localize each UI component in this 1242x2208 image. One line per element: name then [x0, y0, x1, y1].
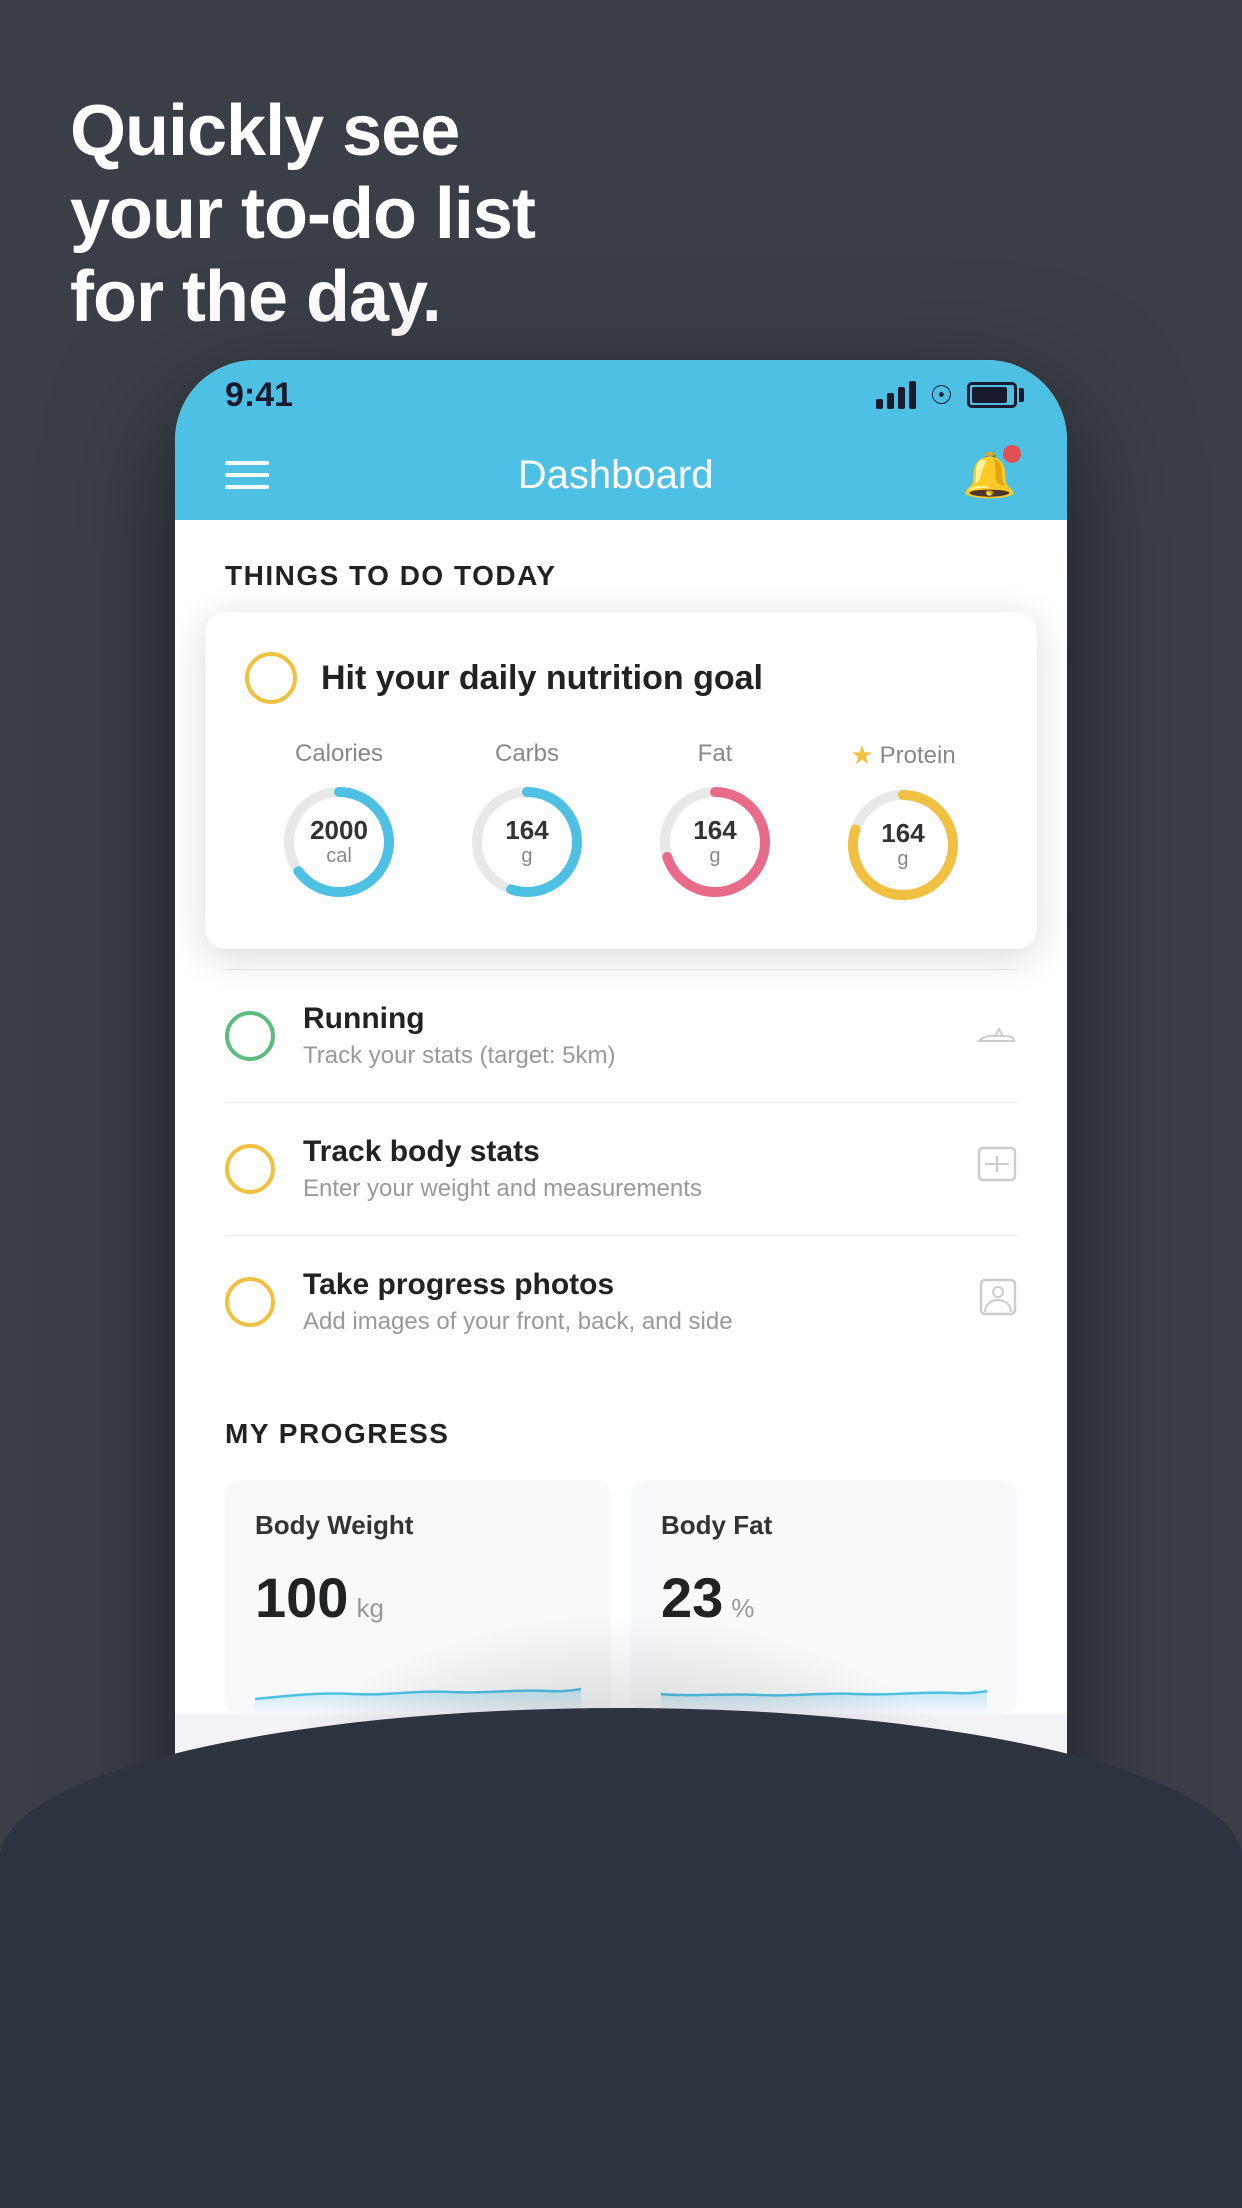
body-weight-title: Body Weight: [255, 1510, 581, 1541]
body-fat-num: 23: [661, 1565, 723, 1630]
content-area: THINGS TO DO TODAY Hit your daily nutrit…: [175, 520, 1067, 1714]
track-body-text: Track body stats Enter your weight and m…: [303, 1135, 949, 1203]
track-body-title: Track body stats: [303, 1135, 949, 1169]
body-weight-card: Body Weight 100 kg: [225, 1480, 611, 1714]
calories-ring: 2000 cal: [279, 782, 399, 902]
todo-track-body[interactable]: Track body stats Enter your weight and m…: [225, 1102, 1017, 1235]
progress-photos-title: Take progress photos: [303, 1268, 951, 1302]
progress-cards: Body Weight 100 kg: [225, 1480, 1017, 1714]
progress-section-title: MY PROGRESS: [225, 1418, 1017, 1450]
progress-section: MY PROGRESS Body Weight 100 kg: [175, 1368, 1067, 1714]
running-title: Running: [303, 1002, 949, 1036]
scale-icon: [977, 1146, 1017, 1192]
carbs-label: Carbs: [495, 740, 559, 768]
status-time: 9:41: [225, 376, 293, 415]
body-fat-card: Body Fat 23 %: [631, 1480, 1017, 1714]
fat-item: Fat 164 g: [655, 740, 775, 902]
nutrition-card-title: Hit your daily nutrition goal: [321, 659, 763, 698]
status-bar: 9:41 ☉: [175, 360, 1067, 430]
body-fat-title: Body Fat: [661, 1510, 987, 1541]
body-weight-num: 100: [255, 1565, 348, 1630]
fat-ring: 164 g: [655, 782, 775, 902]
body-weight-chart: [255, 1654, 581, 1714]
carbs-item: Carbs 164 g: [467, 740, 587, 902]
carbs-ring: 164 g: [467, 782, 587, 902]
notification-badge: [1003, 445, 1021, 463]
things-to-do-section: THINGS TO DO TODAY: [175, 520, 1067, 612]
running-text: Running Track your stats (target: 5km): [303, 1002, 949, 1070]
nav-bar: Dashboard 🔔: [175, 430, 1067, 520]
signal-icon: [876, 381, 916, 409]
menu-button[interactable]: [225, 461, 269, 489]
running-shoe-icon: [977, 1014, 1017, 1059]
star-icon: ★: [850, 740, 873, 771]
body-fat-chart: [661, 1654, 987, 1714]
calories-label: Calories: [295, 740, 383, 768]
battery-icon: [967, 382, 1017, 408]
track-body-checkbox[interactable]: [225, 1144, 275, 1194]
running-checkbox[interactable]: [225, 1011, 275, 1061]
hero-text: Quickly see your to-do list for the day.: [70, 90, 535, 338]
body-fat-unit: %: [731, 1593, 754, 1624]
progress-photos-subtitle: Add images of your front, back, and side: [303, 1308, 951, 1336]
status-icons: ☉: [876, 380, 1017, 411]
progress-photos-checkbox[interactable]: [225, 1277, 275, 1327]
nutrition-card[interactable]: Hit your daily nutrition goal Calories 2…: [205, 612, 1037, 949]
body-weight-unit: kg: [356, 1593, 383, 1624]
body-fat-value: 23 %: [661, 1565, 987, 1630]
body-weight-value: 100 kg: [255, 1565, 581, 1630]
nutrition-checkbox[interactable]: [245, 652, 297, 704]
protein-label: ★ Protein: [850, 740, 955, 771]
todo-list: Running Track your stats (target: 5km) T…: [175, 969, 1067, 1368]
section-title: THINGS TO DO TODAY: [225, 560, 1017, 592]
background-shadow: [0, 1708, 1242, 2208]
calories-item: Calories 2000 cal: [279, 740, 399, 902]
notifications-button[interactable]: 🔔: [962, 449, 1017, 501]
person-photo-icon: [979, 1278, 1017, 1326]
todo-progress-photos[interactable]: Take progress photos Add images of your …: [225, 1235, 1017, 1368]
nav-title: Dashboard: [518, 453, 714, 498]
protein-item: ★ Protein 164 g: [843, 740, 963, 905]
card-header: Hit your daily nutrition goal: [245, 652, 997, 704]
protein-ring: 164 g: [843, 785, 963, 905]
progress-photos-text: Take progress photos Add images of your …: [303, 1268, 951, 1336]
fat-label: Fat: [698, 740, 733, 768]
track-body-subtitle: Enter your weight and measurements: [303, 1175, 949, 1203]
todo-running[interactable]: Running Track your stats (target: 5km): [225, 969, 1017, 1102]
running-subtitle: Track your stats (target: 5km): [303, 1042, 949, 1070]
nutrition-circles: Calories 2000 cal Carbs: [245, 740, 997, 905]
wifi-icon: ☉: [930, 380, 953, 411]
